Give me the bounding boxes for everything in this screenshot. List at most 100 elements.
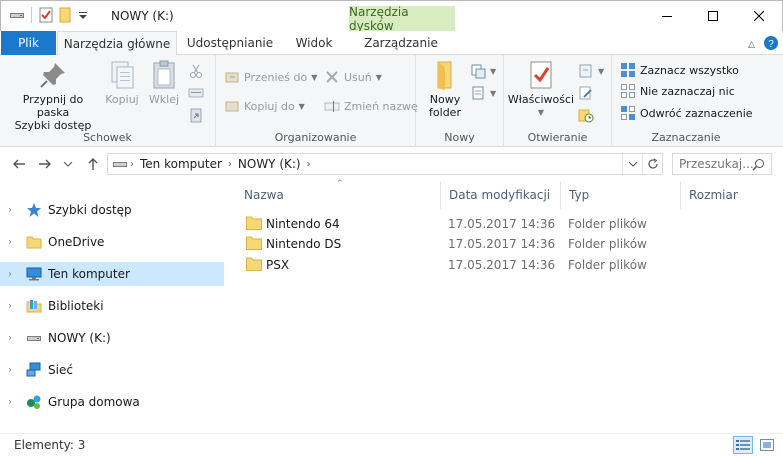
invert-selection-icon xyxy=(620,105,636,121)
copy-icon xyxy=(106,59,138,91)
tab-file[interactable]: Plik xyxy=(1,31,56,55)
ribbon-tabs: Plik Narzędzia główne Udostępnianie Wido… xyxy=(0,31,783,56)
column-type[interactable]: Typ xyxy=(561,181,681,209)
chevron-down-icon xyxy=(628,161,637,167)
new-folder-button[interactable]: Nowy folder xyxy=(422,59,468,119)
breadcrumb-separator[interactable]: › xyxy=(228,159,232,170)
navigation-pane: › Szybki dostęp › OneDrive › Ten kompute… xyxy=(0,181,228,429)
delete-button[interactable]: Usuń ▼ xyxy=(324,67,382,87)
properties-button[interactable]: Właściwości ▼ xyxy=(506,59,576,119)
cut-button[interactable] xyxy=(188,61,204,81)
invert-selection-button[interactable]: Odwróć zaznaczenie xyxy=(620,103,753,123)
nav-item-drive-k[interactable]: › NOWY (K:) xyxy=(0,326,224,350)
expand-icon[interactable]: › xyxy=(8,269,18,280)
file-name: Nintendo DS xyxy=(266,237,342,251)
customize-qat-icon[interactable] xyxy=(78,7,88,23)
sort-ascending-icon: ⌃ xyxy=(336,179,344,189)
expand-icon[interactable]: › xyxy=(8,205,18,216)
expand-icon[interactable]: › xyxy=(8,397,18,408)
column-size[interactable]: Rozmiar xyxy=(681,181,771,209)
new-folder-icon[interactable] xyxy=(58,7,74,23)
nav-item-label: NOWY (K:) xyxy=(48,331,111,345)
address-bar[interactable]: › Ten komputer › NOWY (K:) › xyxy=(107,153,663,175)
column-name[interactable]: Nazwa ⌃ xyxy=(236,179,441,209)
copy-button[interactable]: Kopiuj xyxy=(102,59,142,106)
forward-arrow-icon xyxy=(39,159,51,169)
breadcrumb-separator[interactable]: › xyxy=(130,159,134,170)
delete-icon xyxy=(324,69,340,85)
select-none-button[interactable]: Nie zaznaczaj nic xyxy=(620,81,735,101)
nav-item-libraries[interactable]: › Biblioteki xyxy=(0,294,224,318)
homegroup-icon xyxy=(26,394,42,410)
rename-button[interactable]: Zmień nazwę xyxy=(324,96,418,116)
maximize-button[interactable] xyxy=(690,1,736,31)
breadcrumb-drive[interactable]: NOWY (K:) xyxy=(238,157,301,171)
nav-item-this-pc[interactable]: › Ten komputer xyxy=(0,262,224,286)
tab-manage[interactable]: Zarządzanie xyxy=(348,31,454,55)
close-button[interactable] xyxy=(736,1,782,31)
tab-share[interactable]: Udostępnianie xyxy=(180,31,280,55)
tab-home[interactable]: Narzędzia główne xyxy=(57,31,177,56)
scissors-icon xyxy=(188,63,204,79)
new-item-caret: ▼ xyxy=(490,66,497,76)
nav-item-quick-access[interactable]: › Szybki dostęp xyxy=(0,198,224,222)
file-type: Folder plików xyxy=(568,217,647,231)
table-row[interactable]: Nintendo DS 17.05.2017 14:36 Folder plik… xyxy=(236,234,783,254)
recent-locations-button[interactable] xyxy=(62,155,74,173)
breadcrumb-separator[interactable]: › xyxy=(307,159,311,170)
forward-button[interactable] xyxy=(36,155,54,173)
drive-icon xyxy=(112,156,128,172)
refresh-button[interactable] xyxy=(642,154,662,174)
minimize-button[interactable] xyxy=(644,1,690,31)
column-size-label: Rozmiar xyxy=(689,188,738,202)
file-name: PSX xyxy=(266,258,290,272)
new-folder-icon xyxy=(429,59,461,91)
move-to-button[interactable]: Przenieś do ▼ xyxy=(224,67,317,87)
item-count: Elementy: 3 xyxy=(14,438,86,452)
easy-access-button[interactable]: ▼ xyxy=(470,83,496,103)
file-type: Folder plików xyxy=(568,258,647,272)
pin-icon xyxy=(37,59,69,91)
group-organize: Przenieś do ▼ Kopiuj do ▼ Usuń ▼ Zmień n… xyxy=(216,55,418,147)
large-icons-view-button[interactable] xyxy=(757,436,777,454)
column-date[interactable]: Data modyfikacji xyxy=(441,181,561,209)
search-icon xyxy=(752,159,764,171)
select-all-label: Zaznacz wszystko xyxy=(640,63,739,77)
nav-item-network[interactable]: › Sieć xyxy=(0,358,224,382)
help-icon[interactable]: ? xyxy=(763,35,779,54)
details-view-button[interactable] xyxy=(733,436,753,454)
search-input[interactable]: Przeszukaj... xyxy=(672,153,772,175)
file-date: 17.05.2017 14:36 xyxy=(448,237,556,251)
properties-caret: ▼ xyxy=(537,108,545,117)
expand-icon[interactable]: › xyxy=(8,301,18,312)
expand-icon[interactable]: › xyxy=(8,237,18,248)
open-button[interactable]: ▼ xyxy=(578,61,604,81)
group-new: Nowy folder ▼ ▼ Nowy xyxy=(416,55,504,147)
select-all-button[interactable]: Zaznacz wszystko xyxy=(620,60,739,80)
ribbon-collapse-icon[interactable]: △ xyxy=(748,40,755,50)
history-button[interactable] xyxy=(578,105,594,125)
nav-item-label: Szybki dostęp xyxy=(48,203,132,217)
table-row[interactable]: PSX 17.05.2017 14:36 Folder plików xyxy=(236,255,783,275)
new-item-button[interactable]: ▼ xyxy=(470,61,496,81)
folder-icon xyxy=(26,234,42,250)
table-row[interactable]: Nintendo 64 17.05.2017 14:36 Folder plik… xyxy=(236,214,783,234)
nav-item-homegroup[interactable]: › Grupa domowa xyxy=(0,390,224,414)
tab-view[interactable]: Widok xyxy=(283,31,345,55)
edit-button[interactable] xyxy=(578,83,594,103)
rename-label: Zmień nazwę xyxy=(344,99,418,113)
nav-item-onedrive[interactable]: › OneDrive xyxy=(0,230,224,254)
back-button[interactable] xyxy=(10,155,28,173)
expand-icon[interactable]: › xyxy=(8,365,18,376)
breadcrumb-this-pc[interactable]: Ten komputer xyxy=(140,157,222,171)
pin-quick-access-button[interactable]: Przypnij do paska Szybki dostęp xyxy=(6,59,100,132)
copy-to-button[interactable]: Kopiuj do ▼ xyxy=(224,96,305,116)
properties-icon[interactable] xyxy=(38,7,54,23)
properties-icon xyxy=(525,59,557,91)
paste-button[interactable]: Wklej xyxy=(144,59,184,106)
expand-icon[interactable]: › xyxy=(8,333,18,344)
up-button[interactable] xyxy=(84,155,102,173)
paste-shortcut-button[interactable] xyxy=(188,105,204,125)
address-history-button[interactable] xyxy=(622,154,642,174)
copy-path-button[interactable] xyxy=(188,83,204,103)
